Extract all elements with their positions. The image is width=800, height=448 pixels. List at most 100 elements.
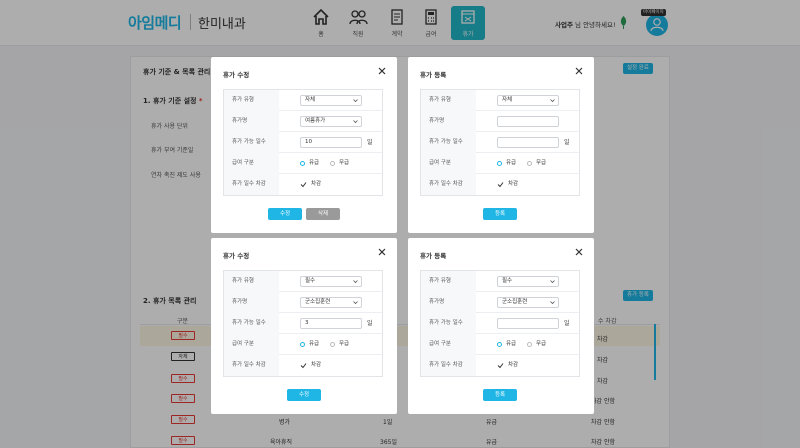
row-pay: 급여 구분 유급 무급 bbox=[421, 334, 579, 355]
days-input[interactable] bbox=[497, 318, 559, 329]
name-select[interactable]: 여름휴가 bbox=[300, 116, 362, 127]
type-select[interactable]: 필수 bbox=[300, 276, 362, 287]
modal-form: 휴가 유형 필수 휴가명 군소집훈련 휴가 가능 일수 일 급여 구분 유급 무… bbox=[420, 270, 580, 377]
days-unit: 일 bbox=[367, 139, 373, 146]
edit-button[interactable]: 수정 bbox=[287, 389, 321, 401]
row-deduct: 휴가 일수 차감 차감 bbox=[224, 174, 382, 195]
days-unit: 일 bbox=[564, 320, 570, 327]
modal-form: 휴가 유형 자체 휴가명 휴가 가능 일수 일 급여 구분 유급 무급 휴가 일… bbox=[420, 89, 580, 196]
deduct-checkbox-label: 차감 bbox=[311, 181, 322, 187]
label-days: 휴가 가능 일수 bbox=[421, 313, 476, 334]
label-pay: 급여 구분 bbox=[224, 334, 279, 355]
modal-title: 휴가 등록 bbox=[420, 252, 447, 260]
modal-form: 휴가 유형 자체 휴가명 여름휴가 휴가 가능 일수 10 일 급여 구분 유급 … bbox=[223, 89, 383, 196]
type-select-value: 필수 bbox=[502, 278, 513, 284]
row-type: 휴가 유형 자체 bbox=[421, 90, 579, 111]
chevron-down-icon bbox=[353, 280, 358, 284]
row-pay: 급여 구분 유급 무급 bbox=[224, 153, 382, 174]
type-select[interactable]: 필수 bbox=[497, 276, 559, 287]
label-days: 휴가 가능 일수 bbox=[224, 313, 279, 334]
label-name: 휴가명 bbox=[224, 292, 279, 313]
row-days: 휴가 가능 일수 일 bbox=[421, 132, 579, 153]
deduct-checkbox-label: 차감 bbox=[508, 181, 519, 187]
label-name: 휴가명 bbox=[224, 111, 279, 132]
row-name: 휴가명 bbox=[421, 111, 579, 132]
chevron-down-icon bbox=[550, 99, 555, 103]
row-deduct: 휴가 일수 차감 차감 bbox=[421, 355, 579, 376]
label-deduct: 휴가 일수 차감 bbox=[421, 174, 476, 195]
label-deduct: 휴가 일수 차감 bbox=[224, 174, 279, 195]
radio-paid-label: 유급 bbox=[506, 160, 517, 166]
radio-paid-label: 유급 bbox=[309, 341, 320, 347]
row-deduct: 휴가 일수 차감 차감 bbox=[421, 174, 579, 195]
radio-unpaid-label: 무급 bbox=[339, 160, 350, 166]
row-type: 휴가 유형 필수 bbox=[421, 271, 579, 292]
row-deduct: 휴가 일수 차감 차감 bbox=[224, 355, 382, 376]
type-select-value: 자체 bbox=[502, 97, 513, 103]
modal-title: 휴가 수정 bbox=[223, 252, 250, 260]
chevron-down-icon bbox=[550, 301, 555, 305]
type-select[interactable]: 자체 bbox=[300, 95, 362, 106]
name-select-value: 군소집훈련 bbox=[502, 299, 528, 305]
checkmark-icon bbox=[497, 363, 504, 369]
modal-form: 휴가 유형 필수 휴가명 군소집훈련 휴가 가능 일수 3일 급여 구분 유급 … bbox=[223, 270, 383, 377]
label-days: 휴가 가능 일수 bbox=[421, 132, 476, 153]
days-input[interactable]: 10 bbox=[300, 137, 362, 148]
modal-edit-vacation-required: 휴가 수정 휴가 유형 필수 휴가명 군소집훈련 휴가 가능 일수 3일 급여 … bbox=[211, 238, 397, 414]
row-days: 휴가 가능 일수 10 일 bbox=[224, 132, 382, 153]
days-input[interactable] bbox=[497, 137, 559, 148]
label-pay: 급여 구분 bbox=[224, 153, 279, 174]
chevron-down-icon bbox=[353, 120, 358, 124]
checkmark-icon bbox=[300, 182, 307, 188]
modal-register-vacation: 휴가 등록 휴가 유형 자체 휴가명 휴가 가능 일수 일 급여 구분 유급 무… bbox=[408, 57, 594, 233]
label-type: 휴가 유형 bbox=[421, 90, 476, 111]
label-type: 휴가 유형 bbox=[224, 90, 279, 111]
radio-unpaid-label: 무급 bbox=[536, 160, 547, 166]
checkmark-icon bbox=[300, 363, 307, 369]
name-select[interactable]: 군소집훈련 bbox=[497, 297, 559, 308]
deduct-checkbox-label: 차감 bbox=[508, 362, 519, 368]
row-type: 휴가 유형 자체 bbox=[224, 90, 382, 111]
label-type: 휴가 유형 bbox=[421, 271, 476, 292]
label-type: 휴가 유형 bbox=[224, 271, 279, 292]
type-select-value: 자체 bbox=[305, 97, 316, 103]
modal-register-vacation-required: 휴가 등록 휴가 유형 필수 휴가명 군소집훈련 휴가 가능 일수 일 급여 구… bbox=[408, 238, 594, 414]
row-pay: 급여 구분 유급 무급 bbox=[421, 153, 579, 174]
row-type: 휴가 유형 필수 bbox=[224, 271, 382, 292]
days-unit: 일 bbox=[367, 320, 373, 327]
close-icon[interactable] bbox=[377, 247, 387, 257]
modal-edit-vacation: 휴가 수정 휴가 유형 자체 휴가명 여름휴가 휴가 가능 일수 10 일 급여 … bbox=[211, 57, 397, 233]
radio-paid-label: 유급 bbox=[309, 160, 320, 166]
name-select-value: 여름휴가 bbox=[305, 118, 326, 124]
register-button[interactable]: 등록 bbox=[483, 389, 517, 401]
label-deduct: 휴가 일수 차감 bbox=[421, 355, 476, 376]
type-select[interactable]: 자체 bbox=[497, 95, 559, 106]
row-name: 휴가명 여름휴가 bbox=[224, 111, 382, 132]
type-select-value: 필수 bbox=[305, 278, 316, 284]
edit-button[interactable]: 수정 bbox=[268, 208, 302, 220]
days-input[interactable]: 3 bbox=[300, 318, 362, 329]
label-name: 휴가명 bbox=[421, 292, 476, 313]
row-days: 휴가 가능 일수 3일 bbox=[224, 313, 382, 334]
row-name: 휴가명 군소집훈련 bbox=[421, 292, 579, 313]
label-pay: 급여 구분 bbox=[421, 153, 476, 174]
chevron-down-icon bbox=[353, 99, 358, 103]
deduct-checkbox-label: 차감 bbox=[311, 362, 322, 368]
days-unit: 일 bbox=[564, 139, 570, 146]
radio-unpaid-label: 무급 bbox=[339, 341, 350, 347]
close-icon[interactable] bbox=[377, 66, 387, 76]
row-days: 휴가 가능 일수 일 bbox=[421, 313, 579, 334]
name-select[interactable]: 군소집훈련 bbox=[300, 297, 362, 308]
delete-button[interactable]: 삭제 bbox=[306, 208, 340, 220]
name-select-value: 군소집훈련 bbox=[305, 299, 331, 305]
label-days: 휴가 가능 일수 bbox=[224, 132, 279, 153]
modal-title: 휴가 수정 bbox=[223, 71, 250, 79]
close-icon[interactable] bbox=[574, 66, 584, 76]
row-pay: 급여 구분 유급 무급 bbox=[224, 334, 382, 355]
close-icon[interactable] bbox=[574, 247, 584, 257]
register-button[interactable]: 등록 bbox=[483, 208, 517, 220]
modal-overlay bbox=[0, 0, 800, 448]
label-deduct: 휴가 일수 차감 bbox=[224, 355, 279, 376]
label-name: 휴가명 bbox=[421, 111, 476, 132]
name-input[interactable] bbox=[497, 116, 559, 127]
